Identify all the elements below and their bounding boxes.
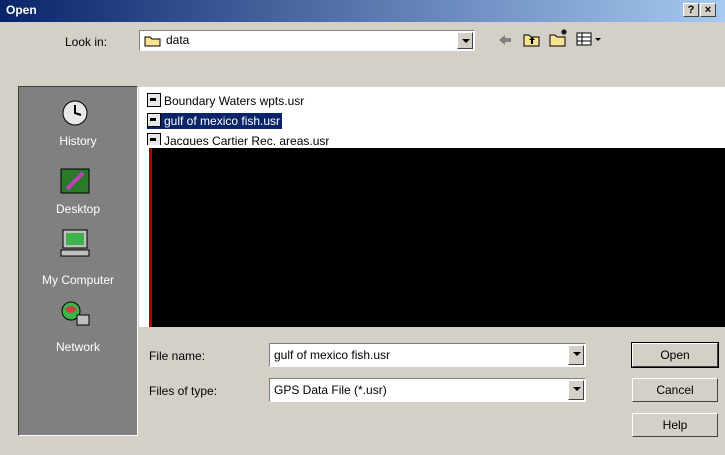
- file-name-dropdown-button[interactable]: [568, 345, 584, 365]
- file-icon: [147, 93, 161, 107]
- look-in-combo[interactable]: data: [139, 30, 475, 51]
- file-name-label: File name:: [149, 349, 206, 363]
- desktop-icon: [60, 168, 90, 194]
- dialog-title: Open: [6, 3, 37, 17]
- back-arrow-icon[interactable]: [497, 33, 513, 47]
- rendering-artifact-edge: [149, 148, 152, 327]
- file-name-text: Jacques Cartier Rec. areas.usr: [164, 134, 330, 145]
- help-title-button[interactable]: ?: [683, 3, 699, 17]
- help-button[interactable]: Help: [632, 413, 718, 437]
- view-menu-icon[interactable]: [576, 31, 604, 47]
- file-item-selected[interactable]: gulf of mexico fish.usr: [147, 113, 283, 129]
- file-item[interactable]: Boundary Waters wpts.usr: [147, 93, 304, 109]
- open-dialog: Open ? × Look in: data History Desktop M…: [0, 0, 725, 455]
- folder-icon: [144, 36, 161, 47]
- cancel-button[interactable]: Cancel: [632, 378, 718, 402]
- place-my-computer[interactable]: My Computer: [19, 273, 137, 287]
- file-type-label: Files of type:: [149, 384, 218, 398]
- new-folder-icon[interactable]: [549, 28, 569, 47]
- file-icon: [147, 113, 161, 127]
- network-icon: [61, 301, 90, 326]
- places-bar: History Desktop My Computer Network: [18, 86, 138, 436]
- place-desktop[interactable]: Desktop: [19, 202, 137, 216]
- file-type-combo[interactable]: GPS Data File (*.usr): [269, 378, 586, 402]
- close-title-button[interactable]: ×: [700, 3, 716, 17]
- history-icon: [62, 100, 88, 126]
- look-in-label: Look in:: [65, 35, 108, 49]
- file-name-text: Boundary Waters wpts.usr: [164, 94, 305, 108]
- look-in-dropdown-button[interactable]: [457, 32, 473, 49]
- my-computer-icon: [60, 229, 90, 257]
- place-network[interactable]: Network: [19, 340, 137, 354]
- rendering-artifact: [149, 148, 725, 327]
- file-name-combo[interactable]: gulf of mexico fish.usr: [269, 343, 586, 367]
- place-history[interactable]: History: [19, 134, 137, 148]
- file-item[interactable]: Jacques Cartier Rec. areas.usr: [147, 133, 329, 145]
- up-folder-icon[interactable]: [523, 31, 541, 47]
- file-type-dropdown-button[interactable]: [568, 380, 584, 400]
- file-name-text: gulf of mexico fish.usr: [164, 114, 281, 128]
- title-bar[interactable]: Open ? ×: [0, 0, 725, 22]
- file-name-value: gulf of mexico fish.usr: [274, 348, 391, 362]
- file-type-value: GPS Data File (*.usr): [274, 383, 387, 397]
- file-icon: [147, 133, 161, 145]
- look-in-value: data: [166, 33, 190, 47]
- open-button[interactable]: Open: [631, 342, 719, 368]
